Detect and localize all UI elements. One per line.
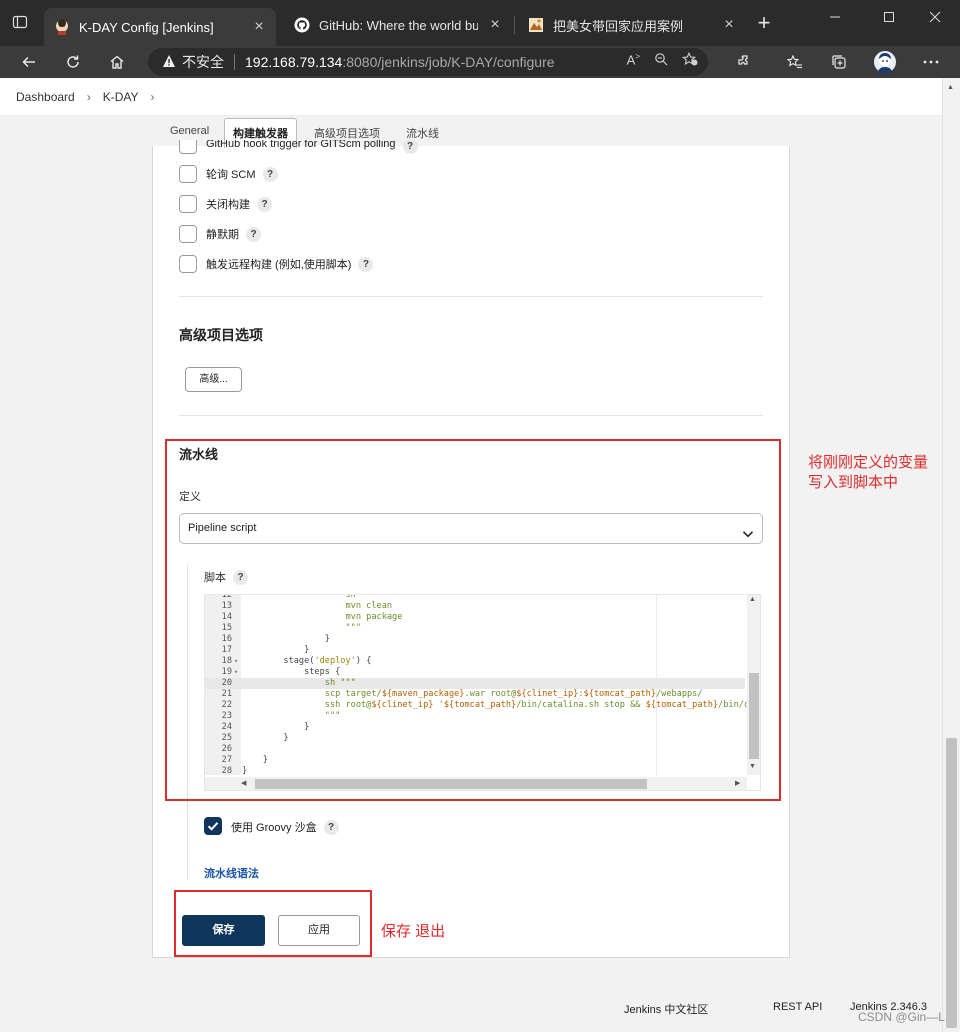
more-menu-icon[interactable]	[918, 50, 944, 74]
advanced-button[interactable]: 高级...	[185, 367, 242, 392]
checkbox[interactable]	[179, 140, 197, 154]
browser-tab-github[interactable]: GitHub: Where the world builds ×	[284, 8, 512, 42]
section-divider	[179, 415, 763, 416]
browser-tab-app-case[interactable]: 把美女带回家应用案例 ×	[518, 8, 746, 42]
page-favicon-icon	[528, 17, 544, 33]
advanced-options-title: 高级项目选项	[179, 327, 263, 343]
breadcrumb: Dashboard › K-DAY ›	[0, 78, 942, 116]
groovy-sandbox-label: 使用 Groovy 沙盒	[231, 822, 317, 834]
minimize-icon[interactable]	[820, 10, 850, 34]
checkbox[interactable]	[179, 165, 197, 183]
page-scrollbar[interactable]: ▲	[942, 78, 960, 1032]
github-favicon-icon	[294, 17, 310, 33]
checkbox-label: GitHub hook trigger for GITScm polling	[206, 140, 396, 150]
checkbox-row-disable-build[interactable]: 关闭构建 ?	[179, 195, 272, 213]
help-icon[interactable]: ?	[262, 166, 278, 182]
checkbox-label: 静默期	[206, 229, 239, 241]
close-tab-icon[interactable]: ×	[488, 17, 502, 33]
checkbox-row-remote-trigger[interactable]: 触发远程构建 (例如,使用脚本) ?	[179, 255, 374, 273]
checkbox-label: 触发远程构建 (例如,使用脚本)	[206, 259, 352, 271]
checkbox-row-github-hook[interactable]: GitHub hook trigger for GITScm polling ?	[179, 140, 418, 154]
help-icon[interactable]: ?	[402, 140, 418, 154]
checkbox-label: 轮询 SCM	[206, 169, 256, 181]
groovy-sandbox-row: 使用 Groovy 沙盒 ?	[231, 819, 339, 835]
watermark: CSDN @Gin—L	[858, 1010, 945, 1024]
maximize-icon[interactable]	[874, 10, 904, 34]
breadcrumb-dashboard[interactable]: Dashboard	[16, 90, 75, 104]
collections-icon[interactable]	[826, 50, 852, 74]
address-divider	[234, 54, 235, 70]
save-annotation: 保存 退出	[381, 923, 446, 940]
page-scroll-up-icon[interactable]: ▲	[947, 84, 954, 91]
save-highlight-box	[174, 890, 372, 957]
checkbox-row-quiet-period[interactable]: 静默期 ?	[179, 225, 261, 243]
back-icon[interactable]	[16, 50, 42, 74]
close-tab-icon[interactable]: ×	[722, 17, 736, 33]
section-divider	[179, 296, 763, 297]
tab-separator	[514, 16, 515, 34]
url-path: :8080/jenkins/job/K-DAY/configure	[342, 54, 555, 70]
tab-advanced-options[interactable]: 高级项目选项	[314, 125, 380, 141]
footer-community-link[interactable]: Jenkins 中文社区	[624, 1001, 708, 1017]
tab-general[interactable]: General	[170, 125, 209, 137]
favorites-icon[interactable]	[782, 50, 808, 74]
browser-tab-jenkins[interactable]: K-DAY Config [Jenkins] ×	[44, 8, 276, 46]
url-host: 192.168.79.134	[245, 54, 343, 70]
profile-avatar[interactable]	[872, 49, 898, 75]
checkmark-icon	[207, 822, 219, 831]
help-icon[interactable]: ?	[246, 226, 261, 242]
checkbox-row-poll-scm[interactable]: 轮询 SCM ?	[179, 165, 278, 183]
tab-title: 把美女带回家应用案例	[553, 18, 684, 34]
browser-tab-bar: K-DAY Config [Jenkins] × GitHub: Where t…	[0, 0, 960, 46]
help-icon[interactable]: ?	[323, 819, 339, 835]
pipeline-syntax-link[interactable]: 流水线语法	[204, 865, 259, 881]
new-tab-button[interactable]: +	[752, 12, 776, 36]
chevron-right-icon: ›	[86, 89, 91, 104]
checkbox[interactable]	[179, 255, 197, 273]
read-aloud-icon[interactable]: A>	[627, 52, 640, 69]
close-window-icon[interactable]	[920, 10, 950, 34]
pipeline-highlight-box	[165, 439, 781, 801]
help-icon[interactable]: ?	[358, 256, 374, 272]
close-tab-icon[interactable]: ×	[252, 19, 266, 35]
checkbox[interactable]	[179, 225, 197, 243]
home-icon[interactable]	[104, 50, 130, 74]
address-actions: A>	[627, 51, 698, 69]
tab-title: K-DAY Config [Jenkins]	[79, 19, 214, 35]
checkbox-label: 关闭构建	[206, 199, 250, 211]
security-status[interactable]: 不安全	[182, 52, 224, 72]
browser-nav-bar: 不安全 192.168.79.134 :8080/jenkins/job/K-D…	[0, 46, 960, 78]
checkbox[interactable]	[179, 195, 197, 213]
tab-title: GitHub: Where the world builds	[319, 17, 478, 33]
warning-icon[interactable]	[162, 54, 176, 71]
address-bar[interactable]: 不安全 192.168.79.134 :8080/jenkins/job/K-D…	[148, 48, 708, 76]
page-scroll-thumb[interactable]	[946, 738, 957, 1028]
add-favorite-icon[interactable]	[681, 51, 698, 69]
jenkins-favicon-icon	[54, 19, 70, 35]
groovy-sandbox-checkbox[interactable]	[204, 817, 222, 835]
pipeline-annotation: 将刚刚定义的变量 写入到脚本中	[808, 454, 929, 491]
zoom-icon[interactable]	[654, 52, 668, 69]
breadcrumb-job[interactable]: K-DAY	[103, 90, 139, 104]
extensions-icon[interactable]	[732, 50, 758, 74]
help-icon[interactable]: ?	[257, 196, 272, 212]
footer-rest-api-link[interactable]: REST API	[773, 1001, 822, 1013]
chevron-right-icon[interactable]: ›	[151, 90, 155, 104]
tab-actions-icon[interactable]	[12, 14, 28, 30]
reload-icon[interactable]	[60, 50, 86, 74]
tab-pipeline[interactable]: 流水线	[406, 125, 439, 141]
